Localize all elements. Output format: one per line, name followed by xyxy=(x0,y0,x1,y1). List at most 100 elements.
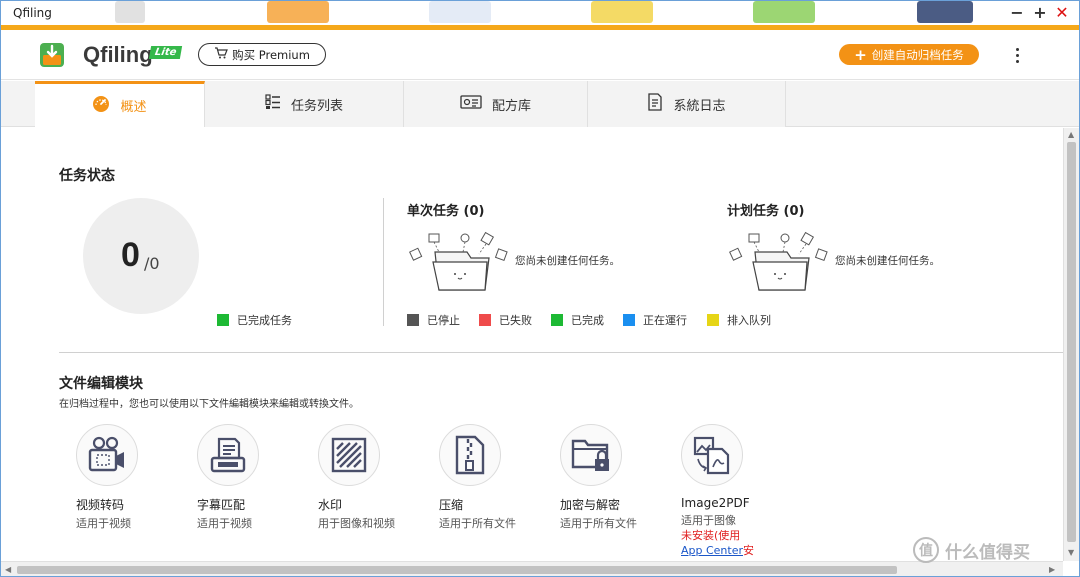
module-scope: 适用于视频 xyxy=(76,517,131,530)
app-window: Qfiling − + ✕ Qfiling Lite 购买 Premium + … xyxy=(0,0,1080,577)
brand-name: Qfiling xyxy=(83,42,153,67)
compress-icon xyxy=(439,424,501,486)
site-watermark: 值 什么值得买 xyxy=(913,537,1030,563)
main-tabs: 概述 任务列表 配方库 系統日志 xyxy=(1,81,1079,127)
legend-failed: 已失败 xyxy=(479,312,532,328)
background-app-icon xyxy=(753,1,815,23)
app-header: Qfiling Lite 购买 Premium + 创建自动归档任务 xyxy=(1,30,1079,80)
install-hint: App Center安 xyxy=(681,543,781,558)
module-compress[interactable]: 压缩 适用于所有文件 xyxy=(439,424,539,531)
background-app-icon xyxy=(591,1,653,23)
scheduled-tasks-title: 计划任务 (0) xyxy=(727,204,805,219)
cart-icon xyxy=(214,47,228,62)
horizontal-scrollbar[interactable]: ◀ ▶ xyxy=(1,561,1063,576)
legend-queued: 排入队列 xyxy=(707,312,771,328)
one-time-tasks-title: 单次任务 (0) xyxy=(407,204,485,219)
vertical-scrollbar[interactable]: ▲ ▼ xyxy=(1063,128,1079,561)
not-installed-text: 未安装(使用 xyxy=(681,529,741,542)
legend-swatch xyxy=(479,314,491,326)
tab-recipe-library[interactable]: 配方库 xyxy=(404,81,588,127)
module-scope: 适用于图像 xyxy=(681,514,736,527)
legend-swatch xyxy=(217,314,229,326)
legend-completed-status-label: 已完成 xyxy=(571,314,604,327)
minimize-button[interactable]: − xyxy=(1007,3,1027,23)
module-name: Image2PDF xyxy=(681,496,750,510)
legend-completed-tasks: 已完成任务 xyxy=(217,312,292,328)
module-name: 加密与解密 xyxy=(560,498,621,512)
image2pdf-icon xyxy=(681,424,743,486)
module-name: 压缩 xyxy=(439,498,464,512)
module-image2pdf[interactable]: Image2PDF 适用于图像 未安装(使用 App Center安 xyxy=(681,424,781,558)
scroll-down-arrow-icon[interactable]: ▼ xyxy=(1068,548,1074,557)
background-app-icon xyxy=(429,1,491,23)
tab-task-list-label: 任务列表 xyxy=(290,98,343,114)
tab-task-list[interactable]: 任务列表 xyxy=(205,81,404,127)
scroll-up-arrow-icon[interactable]: ▲ xyxy=(1068,130,1074,139)
maximize-button[interactable]: + xyxy=(1030,3,1050,23)
video-transcode-icon xyxy=(76,424,138,486)
task-completion-donut xyxy=(83,198,199,314)
horizontal-scroll-thumb[interactable] xyxy=(17,566,897,574)
window-title: Qfiling xyxy=(13,6,52,20)
task-list-icon xyxy=(265,94,281,114)
modules-description: 在归档过程中，您也可以使用以下文件編輯模块来編輯或转換文件。 xyxy=(59,399,359,410)
background-app-icon xyxy=(115,1,145,23)
total-count: /0 xyxy=(144,254,160,273)
legend-queued-label: 排入队列 xyxy=(727,314,771,327)
overview-panel: 任务状态 0 /0 已完成任务 单次任务 (0) 您尚未创建任何任务。 计划任务… xyxy=(1,128,1063,561)
log-icon xyxy=(647,93,663,115)
module-scope: 适用于所有文件 xyxy=(560,517,637,530)
module-encrypt-decrypt[interactable]: 加密与解密 适用于所有文件 xyxy=(560,424,660,531)
legend-swatch xyxy=(623,314,635,326)
one-time-empty-text: 您尚未创建任何任务。 xyxy=(515,255,620,267)
close-button[interactable]: ✕ xyxy=(1052,3,1072,23)
lite-badge: Lite xyxy=(148,46,183,59)
tab-overview[interactable]: 概述 xyxy=(35,81,205,127)
background-app-icon xyxy=(267,1,329,23)
background-app-icon xyxy=(917,1,973,23)
legend-stopped: 已停止 xyxy=(407,312,460,328)
task-status-title: 任务状态 xyxy=(59,168,115,184)
app-center-link[interactable]: App Center xyxy=(681,544,743,557)
scroll-left-arrow-icon[interactable]: ◀ xyxy=(5,565,11,574)
watermark-icon xyxy=(318,424,380,486)
legend-stopped-label: 已停止 xyxy=(427,314,460,327)
create-auto-archive-task-button[interactable]: + 创建自动归档任务 xyxy=(839,44,979,65)
watermark-text: 什么值得买 xyxy=(945,542,1030,563)
completed-count: 0 xyxy=(121,236,140,274)
install-hint-tail: 安 xyxy=(743,544,755,557)
watermark-badge: 值 xyxy=(913,537,939,563)
scheduled-empty-text: 您尚未创建任何任务。 xyxy=(835,255,940,267)
module-video-transcode[interactable]: 视频转码 适用于视频 xyxy=(76,424,176,531)
plus-icon: + xyxy=(854,45,867,64)
encrypt-icon xyxy=(560,424,622,486)
app-logo-icon xyxy=(39,42,65,68)
legend-completed: 已完成 xyxy=(551,312,604,328)
window-titlebar: Qfiling − + ✕ xyxy=(1,1,1079,25)
module-subtitle-match[interactable]: 字幕匹配 适用于视频 xyxy=(197,424,297,531)
legend-completed-label: 已完成任务 xyxy=(237,314,292,327)
tab-system-log-label: 系統日志 xyxy=(673,98,726,114)
tab-recipe-library-label: 配方库 xyxy=(491,98,531,114)
module-scope: 用于图像和视频 xyxy=(318,517,395,530)
more-vertical-icon[interactable] xyxy=(1009,42,1025,68)
dashboard-icon xyxy=(92,95,110,117)
scroll-right-arrow-icon[interactable]: ▶ xyxy=(1049,565,1055,574)
subtitle-icon xyxy=(197,424,259,486)
legend-swatch xyxy=(407,314,419,326)
vertical-scroll-thumb[interactable] xyxy=(1067,142,1076,542)
empty-folder-illustration xyxy=(409,230,513,292)
recipe-icon xyxy=(460,94,482,114)
legend-running-label: 正在運行 xyxy=(643,314,687,327)
buy-premium-label: 购买 Premium xyxy=(232,47,310,62)
tab-system-log[interactable]: 系統日志 xyxy=(588,81,786,127)
module-watermark[interactable]: 水印 用于图像和视频 xyxy=(318,424,418,531)
buy-premium-button[interactable]: 购买 Premium xyxy=(198,43,326,66)
legend-failed-label: 已失败 xyxy=(499,314,532,327)
module-scope: 适用于视频 xyxy=(197,517,252,530)
divider xyxy=(383,198,384,326)
empty-folder-illustration xyxy=(729,230,833,292)
legend-swatch xyxy=(551,314,563,326)
legend-swatch xyxy=(707,314,719,326)
create-task-label: 创建自动归档任务 xyxy=(871,47,964,62)
